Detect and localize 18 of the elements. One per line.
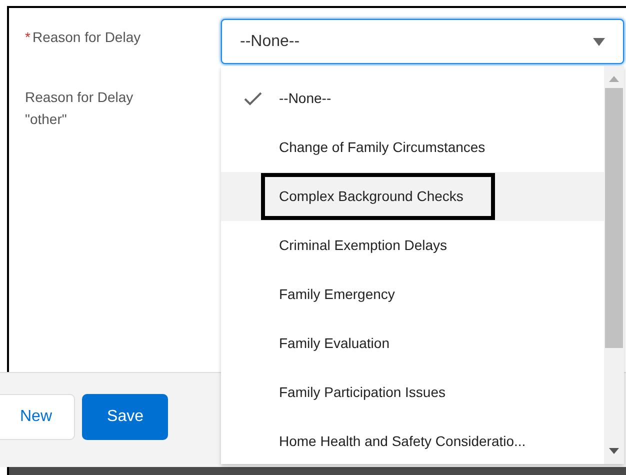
save-button[interactable]: Save [82, 394, 168, 440]
option-item[interactable]: Change of Family Circumstances [221, 123, 604, 172]
option-item[interactable]: Family Participation Issues [221, 368, 604, 417]
field-label: Reason for Delay [32, 28, 142, 47]
required-marker: * [25, 28, 30, 47]
option-item[interactable]: Family Emergency [221, 270, 604, 319]
scroll-down-icon[interactable] [609, 448, 619, 454]
dropdown-arrow-icon [593, 38, 605, 46]
option-item[interactable]: Criminal Exemption Delays [221, 221, 604, 270]
option-item[interactable]: Family Evaluation [221, 319, 604, 368]
new-button[interactable]: New [0, 394, 76, 440]
scrollbar[interactable] [604, 66, 624, 464]
reason-select[interactable]: --None-- [221, 19, 624, 64]
option-item[interactable]: Complex Background Checks [221, 172, 604, 221]
field-label: Reason for Delay "other" [25, 88, 134, 129]
scroll-up-icon[interactable] [609, 76, 619, 82]
option-item[interactable]: Home Health and Safety Consideratio... [221, 417, 604, 466]
option-item[interactable]: --None-- [221, 74, 604, 123]
